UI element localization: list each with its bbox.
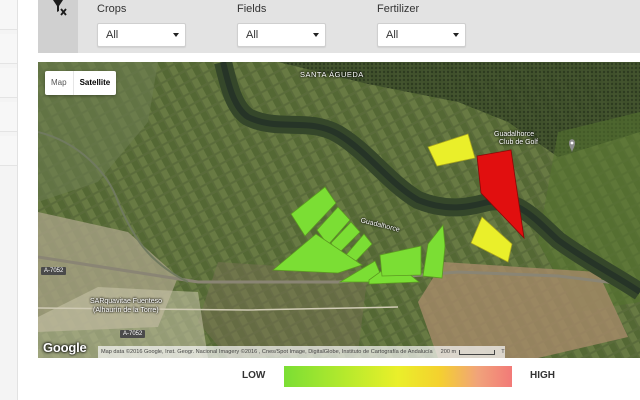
left-sidebar-rail [0, 0, 18, 400]
field-polygon[interactable] [470, 216, 513, 263]
fields-select[interactable]: All [237, 23, 326, 47]
clear-filter-icon[interactable] [52, 0, 68, 18]
terms-link[interactable]: T [501, 349, 504, 355]
field-polygon[interactable] [379, 245, 422, 277]
fields-select-value: All [246, 29, 259, 41]
scale-label: 200 m [440, 349, 457, 355]
place-label: Guadalhorce [494, 131, 535, 138]
sidebar-slot[interactable] [0, 102, 17, 132]
chevron-down-icon [313, 33, 319, 37]
google-logo: Google [43, 340, 87, 355]
map-marker-icon[interactable] [569, 139, 575, 153]
satellite-map[interactable]: Map Satellite SANTA ÁGUEDA Guadalhorce C… [38, 62, 640, 358]
map-marker-dot [570, 141, 574, 145]
sidebar-slot[interactable] [0, 34, 17, 64]
place-label: Club de Golf [499, 139, 538, 146]
place-label: SANTA ÁGUEDA [300, 70, 364, 79]
fertilizer-select[interactable]: All [377, 23, 466, 47]
legend-gradient-bar [284, 366, 512, 387]
map-type-map-button[interactable]: Map [45, 71, 73, 95]
crops-select[interactable]: All [97, 23, 186, 47]
legend-high-label: HIGH [530, 370, 555, 381]
sidebar-slot[interactable] [0, 136, 17, 166]
map-attribution: Map data ©2016 Google, Inst. Geogr. Naci… [98, 346, 505, 358]
field-polygon[interactable] [422, 223, 446, 279]
legend-low-label: LOW [242, 370, 266, 381]
field-polygon[interactable] [427, 133, 476, 167]
fertilizer-filter-label: Fertilizer [377, 3, 420, 15]
place-label: (Alhaurín de la Torre) [93, 307, 159, 314]
crops-filter-label: Crops [97, 3, 127, 15]
scale-bar [459, 349, 496, 355]
sidebar-slot[interactable] [0, 0, 17, 30]
chevron-down-icon [173, 33, 179, 37]
sidebar-slot[interactable] [0, 68, 17, 98]
place-label: SARquavitae Fuenteso [90, 298, 162, 305]
map-type-control: Map Satellite [45, 71, 117, 95]
fertilizer-select-value: All [386, 29, 399, 41]
map-type-satellite-button[interactable]: Satellite [74, 71, 117, 95]
road-label: A-7052 [120, 330, 146, 338]
crops-select-value: All [106, 29, 119, 41]
fields-filter-label: Fields [237, 3, 267, 15]
chevron-down-icon [453, 33, 459, 37]
attribution-text: Map data ©2016 Google, Inst. Geogr. Naci… [101, 349, 433, 355]
road-label: A-7052 [41, 267, 67, 275]
